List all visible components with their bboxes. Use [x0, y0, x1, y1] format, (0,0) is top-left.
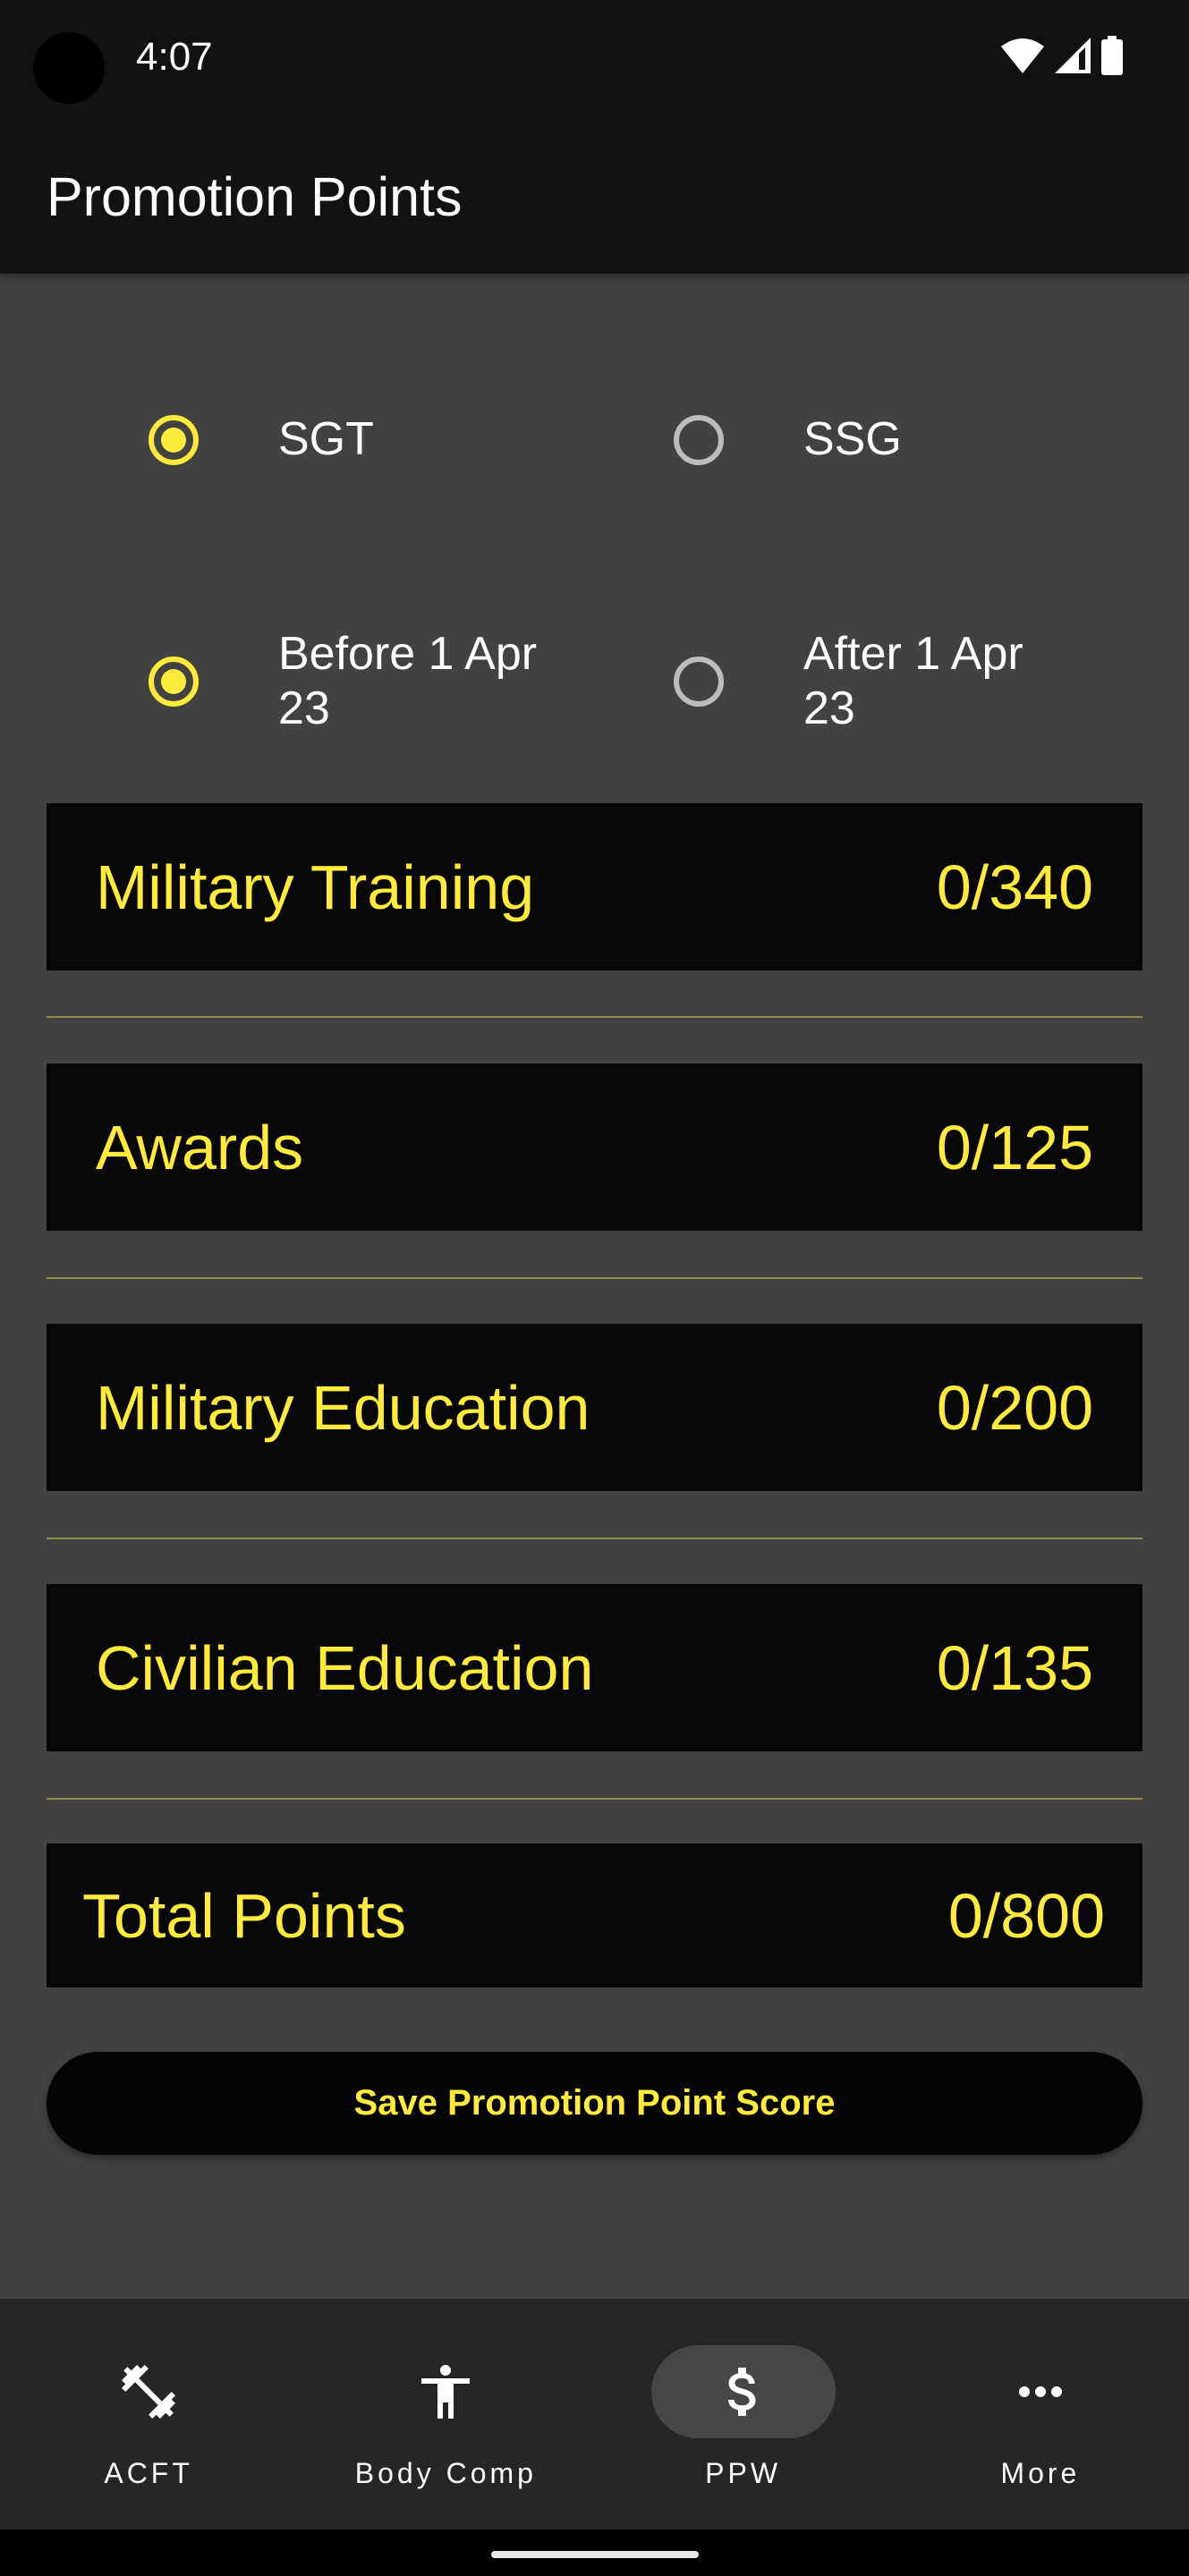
- page-title: Promotion Points: [47, 166, 463, 227]
- category-value: 0/135: [936, 1632, 1093, 1703]
- radio-option-before[interactable]: Before 1 Apr 23: [149, 627, 547, 736]
- radio-label-before: Before 1 Apr 23: [278, 628, 538, 734]
- category-card-military-training[interactable]: Military Training 0/340: [47, 803, 1142, 970]
- category-card-military-education[interactable]: Military Education 0/200: [47, 1324, 1142, 1491]
- category-value: 0/340: [936, 852, 1093, 922]
- nav-item-more[interactable]: More: [892, 2299, 1189, 2529]
- radio-option-after[interactable]: After 1 Apr 23: [674, 627, 1072, 736]
- save-score-button-label: Save Promotion Point Score: [353, 2083, 836, 2123]
- radio-label-ssg: SSG: [803, 413, 902, 465]
- divider: [47, 1016, 1142, 1018]
- more-horizontal-icon: [1018, 2386, 1062, 2397]
- nav-item-body-comp[interactable]: Body Comp: [297, 2299, 594, 2529]
- person-icon: [421, 2365, 471, 2419]
- nav-label: ACFT: [104, 2457, 193, 2489]
- category-card-civilian-education[interactable]: Civilian Education 0/135: [47, 1584, 1142, 1751]
- radio-button-sgt[interactable]: [149, 414, 199, 465]
- status-icons: [999, 36, 1125, 75]
- battery-icon: [1101, 36, 1123, 75]
- app-bar: Promotion Points: [0, 125, 1189, 274]
- radio-button-before[interactable]: [149, 657, 199, 707]
- nav-label: PPW: [705, 2457, 782, 2489]
- radio-button-ssg[interactable]: [674, 414, 724, 465]
- save-score-button[interactable]: Save Promotion Point Score: [47, 2052, 1142, 2155]
- radio-option-ssg[interactable]: SSG: [674, 412, 1072, 467]
- wifi-icon: [1001, 38, 1044, 73]
- status-time: 4:07: [136, 35, 213, 79]
- dumbbell-icon: [122, 2365, 176, 2419]
- camera-cutout: [33, 32, 105, 104]
- gesture-handle[interactable]: [491, 2551, 699, 2558]
- category-value: 0/200: [936, 1372, 1093, 1443]
- category-label: Civilian Education: [96, 1632, 594, 1703]
- divider: [47, 1798, 1142, 1800]
- nav-pill-active: [650, 2345, 836, 2438]
- total-value: 0/800: [947, 1880, 1105, 1951]
- bottom-navigation: ACFT Body Comp PPW More: [0, 2299, 1189, 2529]
- radio-label-sgt: SGT: [278, 413, 374, 465]
- total-label: Total Points: [82, 1880, 406, 1951]
- radio-option-sgt[interactable]: SGT: [149, 412, 547, 467]
- nav-item-acft[interactable]: ACFT: [0, 2299, 297, 2529]
- date-radio-group: Before 1 Apr 23 After 1 Apr 23: [0, 627, 1189, 734]
- gesture-navigation-area: [0, 2529, 1189, 2576]
- main-content: SGT SSG Before 1 Apr 23 After 1 Apr 23 M…: [0, 274, 1189, 2299]
- category-label: Military Education: [96, 1372, 590, 1443]
- dollar-icon: [727, 2368, 756, 2416]
- nav-item-ppw[interactable]: PPW: [595, 2299, 892, 2529]
- nav-label: Body Comp: [354, 2457, 537, 2489]
- category-label: Military Training: [96, 852, 535, 922]
- divider: [47, 1277, 1142, 1279]
- nav-pill: [948, 2345, 1133, 2438]
- cell-signal-icon: [1055, 38, 1091, 73]
- category-label: Awards: [96, 1112, 304, 1182]
- status-bar: 4:07: [0, 0, 1189, 125]
- total-points-card: Total Points 0/800: [47, 1843, 1142, 1987]
- divider: [47, 1538, 1142, 1539]
- radio-label-after: After 1 Apr 23: [803, 628, 1023, 734]
- category-value: 0/125: [936, 1112, 1093, 1182]
- category-card-awards[interactable]: Awards 0/125: [47, 1063, 1142, 1231]
- rank-radio-group: SGT SSG: [0, 386, 1189, 493]
- nav-pill: [56, 2345, 241, 2438]
- nav-label: More: [1000, 2457, 1081, 2489]
- radio-button-after[interactable]: [674, 657, 724, 707]
- nav-pill: [353, 2345, 538, 2438]
